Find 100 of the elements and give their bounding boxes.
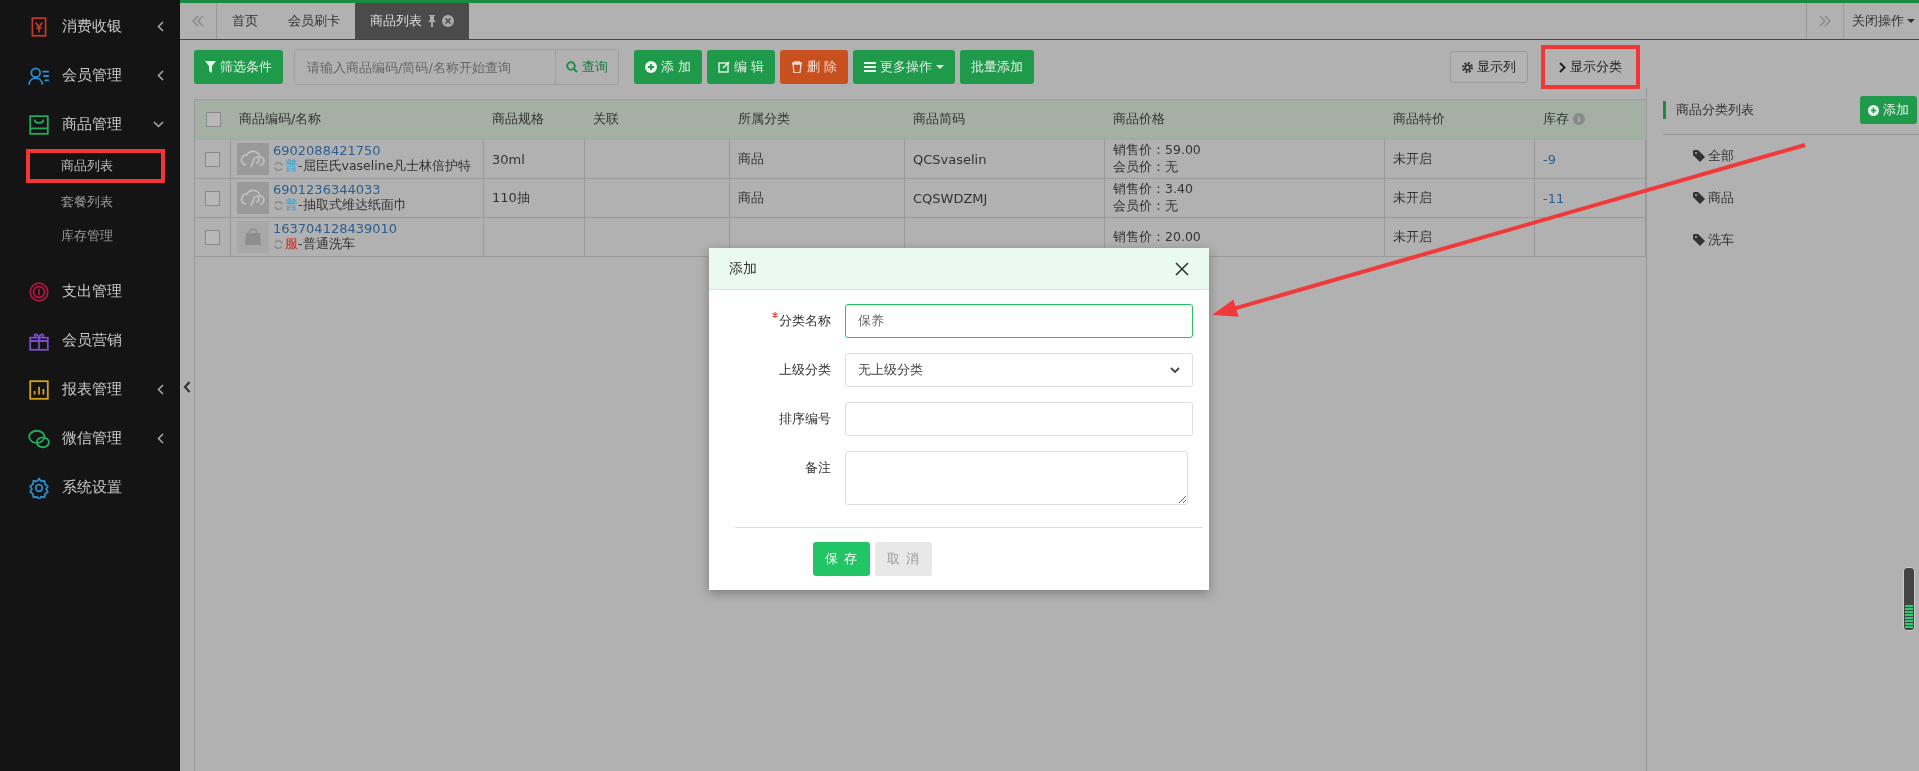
product-name: -普通洗车 — [298, 236, 355, 253]
sidebar-item[interactable]: 会员营销 — [0, 316, 180, 365]
chat-bubbles-icon — [28, 427, 50, 450]
checkbox[interactable] — [205, 151, 220, 167]
tab[interactable]: 会员刷卡 — [273, 3, 355, 39]
column-header: 商品价格 — [1112, 110, 1166, 128]
caret-icon — [936, 65, 945, 69]
chevron-down-icon — [1170, 366, 1180, 374]
plus-circle-icon — [1868, 104, 1879, 116]
type-tag: 普 — [285, 158, 298, 175]
gear-icon — [28, 476, 50, 499]
product-code-link[interactable]: 6901236344033 — [273, 182, 407, 197]
column-header: 所属分类 — [737, 110, 791, 128]
sidebar-item[interactable]: 微信管理 — [0, 414, 180, 463]
user-list-icon — [28, 64, 50, 87]
refresh-icon — [273, 239, 284, 250]
column-header: 关联 — [592, 110, 620, 128]
column-header: 商品简码 — [912, 110, 966, 128]
image-placeholder-icon — [237, 143, 269, 175]
sidebar-item[interactable]: 系统设置 — [0, 463, 180, 512]
sidebar-item[interactable]: 会员管理 — [0, 51, 180, 100]
table-cell: CQSWDZMJ — [913, 190, 988, 206]
plus-circle-icon — [645, 61, 657, 73]
sidebar-item[interactable]: 支出管理 — [0, 267, 180, 316]
column-header: 商品特价 — [1392, 110, 1446, 128]
tag-icon — [1693, 234, 1705, 246]
tag-icon — [1693, 150, 1705, 162]
category-item[interactable]: 商品 — [1663, 177, 1919, 219]
field-label: 排序编号 — [778, 410, 831, 428]
tab[interactable]: 商品列表 — [355, 3, 469, 39]
checkbox[interactable] — [205, 190, 220, 206]
image-placeholder-icon — [237, 182, 269, 214]
pin-icon[interactable] — [428, 15, 436, 27]
product-name: -抽取式维达纸面巾 — [298, 197, 407, 214]
type-tag: 普 — [285, 197, 298, 214]
sale-price: 销售价：3.40 — [1113, 181, 1193, 198]
category-item[interactable]: 全部 — [1663, 135, 1919, 177]
gear-icon — [1462, 61, 1473, 73]
textarea-field[interactable] — [845, 451, 1188, 505]
funnel-icon — [205, 61, 216, 73]
refresh-icon — [273, 161, 284, 172]
toolbar-button[interactable]: 编 辑 — [707, 50, 776, 84]
member-price: 会员价：无 — [1113, 198, 1178, 215]
scroll-indicator-icon — [1903, 567, 1915, 631]
toolbar-button[interactable]: 批量添加 — [960, 50, 1035, 84]
filter-button[interactable]: 筛选条件 — [194, 50, 283, 84]
sidebar-item[interactable]: 报表管理 — [0, 365, 180, 414]
sale-price: 销售价：59.00 — [1113, 142, 1201, 159]
double-chevron-right-icon[interactable] — [1806, 3, 1844, 39]
toolbar-button[interactable]: 添 加 — [634, 50, 703, 84]
refresh-icon — [273, 200, 284, 211]
sidebar-subitem[interactable]: 商品列表 — [26, 149, 165, 183]
search-icon — [566, 61, 578, 73]
asterisk-icon — [772, 312, 778, 318]
dialog-title: 添加 — [729, 259, 757, 278]
member-price: 会员价：无 — [1113, 159, 1178, 176]
category-item[interactable]: 洗车 — [1663, 219, 1919, 261]
stock-link[interactable]: -11 — [1543, 190, 1565, 206]
table-cell: 30ml — [492, 151, 525, 167]
input-field[interactable]: 保养 — [845, 304, 1193, 338]
column-header: 库存 — [1535, 100, 1646, 138]
sidebar-subitem[interactable]: 套餐列表 — [0, 185, 141, 219]
sidebar-item[interactable]: 消费收银 — [0, 2, 180, 51]
toolbar-button[interactable]: 删 除 — [780, 50, 849, 84]
type-tag: 服 — [285, 236, 298, 253]
field-label: 上级分类 — [778, 361, 831, 379]
sidebar-item[interactable]: 商品管理 — [0, 100, 180, 149]
tag-icon — [1693, 192, 1705, 204]
close-operations-dropdown[interactable]: 关闭操作 — [1844, 3, 1919, 39]
sidebar-subitem[interactable]: 库存管理 — [0, 219, 141, 253]
column-header: 商品规格 — [491, 110, 545, 128]
input-field[interactable] — [845, 402, 1193, 436]
table-cell: 110抽 — [492, 189, 530, 207]
product-name: -屈臣氏vaseline凡士林倍护特 — [298, 158, 472, 175]
add-category-button[interactable]: 添加 — [1860, 96, 1917, 124]
checkbox[interactable] — [205, 111, 221, 127]
toolbar-button[interactable]: 更多操作 — [853, 50, 956, 84]
shopping-bag-icon — [237, 221, 269, 253]
product-code-link[interactable]: 6902088421750 — [273, 143, 472, 158]
trash-icon — [791, 61, 804, 73]
checkbox[interactable] — [205, 229, 220, 245]
toolbar-button[interactable]: 显示分类 — [1541, 45, 1640, 89]
table-cell: QCSvaselin — [913, 151, 987, 167]
table-cell: 商品 — [738, 150, 764, 168]
tray-icon — [28, 113, 50, 136]
field-label: 分类名称 — [741, 304, 831, 330]
sale-price: 销售价：20.00 — [1113, 228, 1201, 246]
close-icon[interactable] — [1175, 261, 1189, 276]
tab[interactable]: 首页 — [217, 3, 273, 39]
select-field[interactable]: 无上级分类 — [845, 353, 1193, 387]
panel-title: 商品分类列表 — [1663, 101, 1754, 119]
product-code-link[interactable]: 163704128439010 — [273, 221, 398, 236]
chevron-left-icon — [183, 381, 191, 393]
chevron-right-icon — [1559, 61, 1566, 73]
info-icon — [1573, 113, 1585, 125]
column-header: 商品编码/名称 — [238, 110, 323, 128]
field-label: 备注 — [804, 459, 831, 477]
table-cell: 未开启 — [1393, 150, 1432, 168]
toolbar-button[interactable]: 显示列 — [1450, 51, 1528, 83]
stock-link[interactable]: -9 — [1543, 151, 1556, 167]
